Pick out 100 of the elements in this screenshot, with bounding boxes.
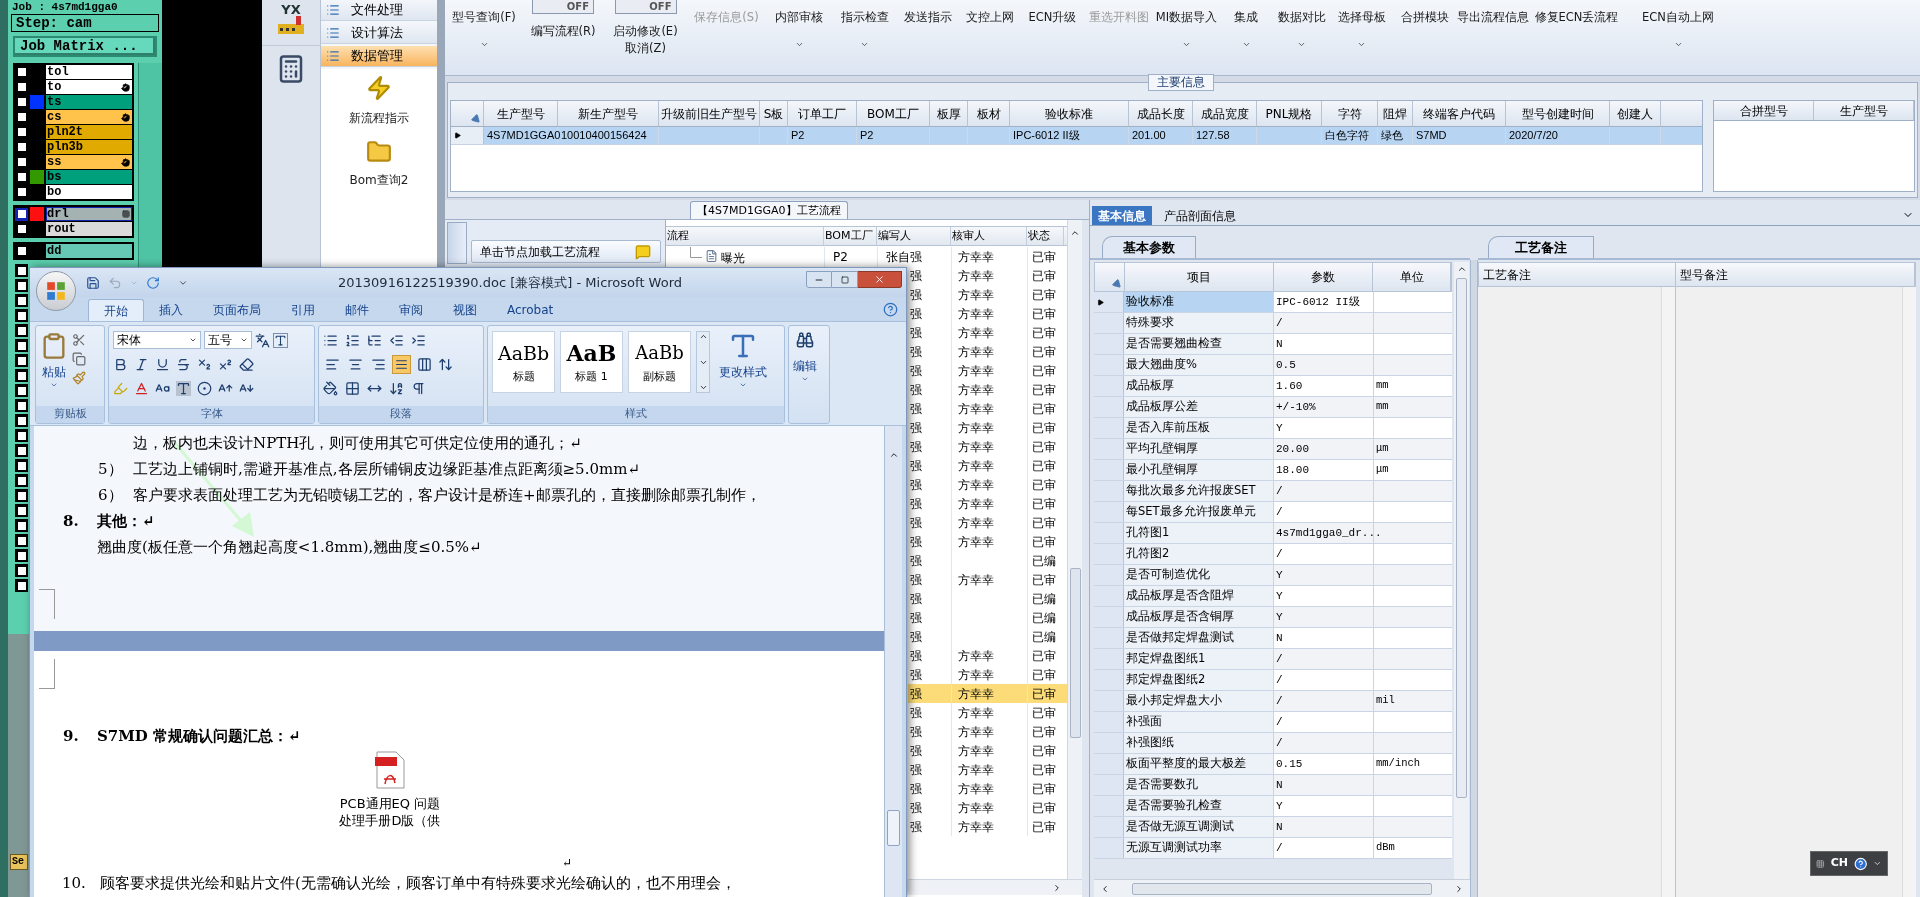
layer-name-bar[interactable]: tol <box>46 65 132 79</box>
change-styles-button[interactable]: 更改样式 <box>719 331 767 389</box>
caret-icon[interactable] <box>1182 40 1191 49</box>
layer-checkbox[interactable] <box>15 185 28 199</box>
layer-checkbox[interactable] <box>15 369 28 382</box>
caret-icon[interactable] <box>1297 40 1306 49</box>
remark-field[interactable] <box>1676 287 1916 897</box>
column-header[interactable]: 合拼型号 <box>1714 101 1814 120</box>
column-header[interactable]: S板 <box>760 101 788 126</box>
layer-name-bar[interactable]: pln2t <box>46 125 132 139</box>
layer-checkbox[interactable] <box>15 519 28 532</box>
borders-icon[interactable] <box>345 380 360 396</box>
character-shading-icon[interactable] <box>176 380 191 396</box>
copy-icon[interactable] <box>72 352 86 366</box>
table-row[interactable]: 邦定焊盘图纸1 / <box>1094 649 1452 670</box>
ribbon-tab[interactable]: 开始 <box>88 299 144 321</box>
layer-checkbox[interactable] <box>15 459 28 472</box>
column-header[interactable]: BOM工厂 <box>824 227 877 245</box>
alignment-icon[interactable] <box>392 354 411 374</box>
toolbar-button[interactable]: MI数据导入 <box>1155 9 1218 26</box>
clear-format-icon[interactable] <box>239 356 254 372</box>
toggle-switch[interactable]: OFF <box>532 0 594 14</box>
ribbon-tab[interactable]: 视图 <box>438 299 492 321</box>
remark-field[interactable] <box>1478 287 1676 897</box>
show-marks-icon[interactable] <box>411 380 426 396</box>
table-row[interactable]: 是否需要翘曲检查 N <box>1094 334 1452 355</box>
decrease-indent-icon[interactable] <box>389 332 404 348</box>
scrollbar[interactable] <box>884 426 902 897</box>
layer-checkbox[interactable] <box>15 244 28 258</box>
ribbon-tab[interactable]: 邮件 <box>330 299 384 321</box>
ribbon-tab[interactable]: 页面布局 <box>198 299 276 321</box>
layer-name-bar[interactable]: cs <box>46 110 132 124</box>
scroll-up-icon[interactable] <box>1456 264 1467 274</box>
toolbar-button[interactable]: 内部审核 <box>775 9 823 26</box>
redo-icon[interactable] <box>146 275 160 290</box>
caret-icon[interactable] <box>1241 40 1251 49</box>
caret-icon[interactable] <box>1673 40 1683 49</box>
font-size-field[interactable]: 五号 <box>204 331 252 349</box>
table-row[interactable]: 是否做邦定焊盘测试 N <box>1094 628 1452 649</box>
style-tile[interactable]: AaB 标题 1 <box>560 331 623 393</box>
shading-icon[interactable] <box>323 380 338 396</box>
column-header[interactable]: 状态 <box>1027 227 1064 245</box>
caret-icon[interactable] <box>1357 40 1366 49</box>
table-row[interactable]: 是否可制造优化 Y <box>1094 565 1452 586</box>
nav-action[interactable]: 新流程指示 <box>349 73 409 127</box>
column-header[interactable]: 成品长度 <box>1129 101 1193 126</box>
layer-name-bar[interactable]: bo <box>46 185 132 199</box>
layer-name-bar[interactable]: ss <box>46 155 132 169</box>
layer-checkbox[interactable] <box>15 170 28 184</box>
font-name-field[interactable]: 宋体 <box>113 331 201 349</box>
column-header[interactable]: 订单工厂 <box>788 101 857 126</box>
scrollbar-thumb[interactable] <box>1069 568 1081 738</box>
table-row[interactable]: 是否需要数孔 N <box>1094 775 1452 796</box>
scrollbar-thumb[interactable] <box>1132 882 1432 895</box>
sub-tab[interactable]: 基本参数 <box>1102 236 1196 258</box>
toggle-switch[interactable]: OFF <box>614 0 677 14</box>
layer-name-bar[interactable]: dd <box>46 244 132 258</box>
scrollbar[interactable] <box>1094 879 1470 897</box>
table-row[interactable]: 孔符图1 4s7md1gga0_dr... <box>1094 523 1452 544</box>
toolbar-button[interactable]: 修复ECN丢流程 <box>1534 9 1619 26</box>
layer-checkbox[interactable] <box>15 444 28 457</box>
line-spacing-icon[interactable] <box>438 356 453 372</box>
subscript-icon[interactable] <box>197 356 212 372</box>
caret-icon[interactable] <box>479 40 489 49</box>
column-header[interactable]: 生产型号 <box>1814 101 1914 120</box>
numbering-icon[interactable] <box>345 332 360 348</box>
column-header[interactable]: 终端客户代码 <box>1413 101 1506 126</box>
column-header[interactable]: 核审人 <box>951 227 1027 245</box>
layer-checkbox[interactable] <box>15 489 28 502</box>
scroll-up-icon[interactable] <box>888 450 899 460</box>
minimize-button[interactable] <box>806 271 832 288</box>
select-all-icon[interactable] <box>1111 278 1124 291</box>
ribbon-tab[interactable]: 引用 <box>276 299 330 321</box>
table-row[interactable]: 特殊要求 / <box>1094 313 1452 334</box>
phonetic-guide-icon[interactable] <box>255 332 270 348</box>
language-label[interactable]: CH <box>1830 855 1848 872</box>
multilevel-list-icon[interactable] <box>367 332 382 348</box>
scrollbar[interactable] <box>909 879 1082 895</box>
nav-menu-item[interactable]: 数据管理 <box>321 46 437 67</box>
grip-icon[interactable] <box>1816 857 1825 870</box>
toolbar-button[interactable]: ECN升级 <box>1028 9 1077 26</box>
table-row[interactable]: 平均孔壁铜厚 20.00 μm <box>1094 439 1452 460</box>
toolbar-button[interactable]: 集成 <box>1234 9 1258 26</box>
scroll-up-icon[interactable] <box>1070 228 1080 238</box>
layer-checkbox[interactable] <box>15 207 28 221</box>
style-tile[interactable]: AaBb 标题 <box>492 331 555 393</box>
table-row[interactable]: 最大翘曲度% 0.5 <box>1094 355 1452 376</box>
format-painter-icon[interactable] <box>72 371 86 385</box>
layer-checkbox[interactable] <box>15 414 28 427</box>
side-button[interactable]: Se <box>10 854 28 870</box>
toolbar-button[interactable]: 文控上网 <box>966 9 1014 26</box>
table-row[interactable]: 补强面 / <box>1094 712 1452 733</box>
table-row[interactable]: 最小邦定焊盘大小 / mil <box>1094 691 1452 712</box>
column-header[interactable]: 阻焊 <box>1378 101 1413 126</box>
column-header[interactable]: 编写人 <box>877 227 951 245</box>
tab[interactable]: 产品剖面信息 <box>1158 206 1242 225</box>
table-row[interactable]: 成品板厚是否含铜厚 Y <box>1094 607 1452 628</box>
layer-checkbox[interactable] <box>15 140 28 154</box>
column-header[interactable]: 板厚 <box>930 101 968 126</box>
column-header[interactable]: 字符 <box>1322 101 1378 126</box>
